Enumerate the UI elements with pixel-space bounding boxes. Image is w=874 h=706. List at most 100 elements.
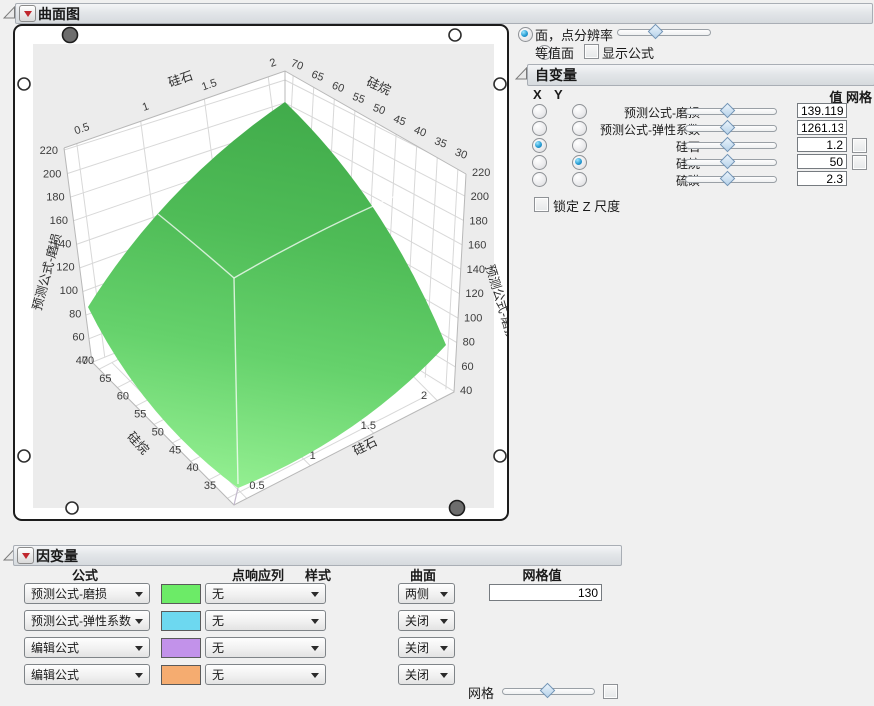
- rotate-handle-top-left[interactable]: [61, 26, 79, 44]
- dependent-variable-row: 编辑公式 无 关闭: [0, 664, 874, 686]
- variable-slider-thumb[interactable]: [720, 136, 736, 153]
- response-column-dropdown[interactable]: 无: [205, 583, 326, 604]
- header-surface: 曲面: [409, 568, 436, 583]
- rotate-handle-bottom-left[interactable]: [65, 501, 79, 515]
- lock-z-checkbox[interactable]: [534, 197, 549, 212]
- rotate-handle-right-upper[interactable]: [493, 77, 507, 91]
- header-style: 样式: [304, 568, 331, 583]
- grid-value-input[interactable]: [489, 584, 602, 601]
- red-triangle-menu-button[interactable]: [19, 5, 36, 22]
- svg-text:35: 35: [204, 480, 216, 492]
- variable-slider[interactable]: [685, 119, 777, 136]
- grid-slider-label: 网格: [468, 686, 495, 701]
- surface-3d-plot[interactable]: 220200180160140120100806040 220200180160…: [15, 26, 507, 519]
- color-swatch-button[interactable]: [161, 584, 201, 604]
- svg-text:160: 160: [50, 215, 68, 227]
- formula-dropdown[interactable]: 编辑公式: [24, 637, 150, 658]
- x-radio[interactable]: [532, 104, 547, 119]
- chevron-down-icon: [135, 592, 143, 597]
- resolution-slider[interactable]: [617, 23, 711, 40]
- resolution-radio[interactable]: [518, 27, 533, 42]
- independent-variable-row: 硅烷: [0, 153, 874, 171]
- x-radio[interactable]: [532, 121, 547, 136]
- formula-dropdown[interactable]: 预测公式-弹性系数: [24, 610, 150, 631]
- chevron-down-icon: [135, 646, 143, 651]
- svg-text:65: 65: [99, 373, 111, 385]
- rotate-handle-left-lower[interactable]: [17, 449, 31, 463]
- red-triangle-icon: [21, 552, 30, 559]
- x-radio[interactable]: [532, 138, 547, 153]
- independent-variable-row: 预测公式-弹性系数: [0, 119, 874, 137]
- svg-text:1.5: 1.5: [361, 420, 376, 432]
- variable-value-input[interactable]: [797, 120, 847, 135]
- x-radio[interactable]: [532, 155, 547, 170]
- surface-plot-header-bar: 曲面图: [15, 3, 873, 24]
- grid-slider-checkbox[interactable]: [603, 684, 618, 699]
- variable-slider[interactable]: [685, 136, 777, 153]
- grid-slider[interactable]: [502, 682, 595, 699]
- isosurface-radio-label: 等值面: [535, 46, 575, 61]
- svg-text:120: 120: [56, 262, 74, 274]
- svg-text:60: 60: [72, 332, 84, 344]
- rotate-handle-right-lower[interactable]: [493, 449, 507, 463]
- response-column-dropdown[interactable]: 无: [205, 637, 326, 658]
- chevron-down-icon: [440, 673, 448, 678]
- surface-mode-dropdown[interactable]: 两侧: [398, 583, 455, 604]
- grid-checkbox[interactable]: [852, 138, 867, 153]
- svg-text:40: 40: [460, 385, 472, 397]
- surface-plot-window: { "window": { "title": "曲面图" }, "surface…: [0, 0, 874, 706]
- rotate-handle-bottom-right[interactable]: [448, 499, 466, 517]
- svg-text:140: 140: [467, 264, 485, 276]
- svg-text:80: 80: [69, 308, 81, 320]
- svg-text:70: 70: [82, 355, 94, 367]
- independent-variable-row: 硅石: [0, 136, 874, 154]
- variable-value-input[interactable]: [797, 171, 847, 186]
- variable-slider-thumb[interactable]: [720, 119, 736, 136]
- variable-slider-thumb[interactable]: [720, 153, 736, 170]
- formula-dropdown[interactable]: 预测公式-磨损: [24, 583, 150, 604]
- chevron-down-icon: [311, 673, 319, 678]
- rotate-handle-top-right[interactable]: [448, 28, 462, 42]
- surface-mode-dropdown[interactable]: 关闭: [398, 664, 455, 685]
- resolution-slider-thumb[interactable]: [647, 23, 663, 40]
- svg-text:180: 180: [469, 215, 487, 227]
- surface-mode-dropdown[interactable]: 关闭: [398, 610, 455, 631]
- chevron-down-icon: [440, 592, 448, 597]
- color-swatch-button[interactable]: [161, 665, 201, 685]
- dependent-red-triangle-button[interactable]: [17, 547, 34, 564]
- response-column-dropdown[interactable]: 无: [205, 610, 326, 631]
- svg-text:0.5: 0.5: [249, 480, 264, 492]
- color-swatch-button[interactable]: [161, 611, 201, 631]
- variable-value-input[interactable]: [797, 137, 847, 152]
- variable-slider[interactable]: [685, 153, 777, 170]
- chevron-down-icon: [135, 619, 143, 624]
- color-swatch-button[interactable]: [161, 638, 201, 658]
- variable-value-input[interactable]: [797, 103, 847, 118]
- rotate-handle-left-upper[interactable]: [17, 77, 31, 91]
- lock-z-label: 锁定 Z 尺度: [553, 199, 621, 214]
- svg-text:1: 1: [310, 450, 316, 462]
- variable-slider-thumb[interactable]: [720, 170, 736, 187]
- response-column-dropdown[interactable]: 无: [205, 664, 326, 685]
- svg-text:160: 160: [468, 240, 486, 252]
- variable-slider-thumb[interactable]: [720, 102, 736, 119]
- surface-plot-frame: 220 200 180 160 140 120 100 80 60 40 220 200 180 160…: [13, 24, 509, 521]
- independent-panel-header: 自变量: [527, 64, 874, 86]
- svg-text:80: 80: [463, 337, 475, 349]
- variable-slider[interactable]: [685, 170, 777, 187]
- chevron-down-icon: [311, 592, 319, 597]
- col-x-header: X: [533, 87, 542, 102]
- show-formula-checkbox[interactable]: [584, 44, 599, 59]
- svg-text:55: 55: [134, 409, 146, 421]
- chevron-down-icon: [440, 619, 448, 624]
- formula-dropdown[interactable]: 编辑公式: [24, 664, 150, 685]
- variable-slider[interactable]: [685, 102, 777, 119]
- variable-value-input[interactable]: [797, 154, 847, 169]
- svg-text:180: 180: [46, 192, 64, 204]
- surface-mode-dropdown[interactable]: 关闭: [398, 637, 455, 658]
- grid-checkbox[interactable]: [852, 155, 867, 170]
- col-y-header: Y: [554, 87, 563, 102]
- dependent-panel-header: 因变量: [13, 545, 622, 566]
- show-formula-label: 显示公式: [602, 46, 655, 61]
- x-radio[interactable]: [532, 172, 547, 187]
